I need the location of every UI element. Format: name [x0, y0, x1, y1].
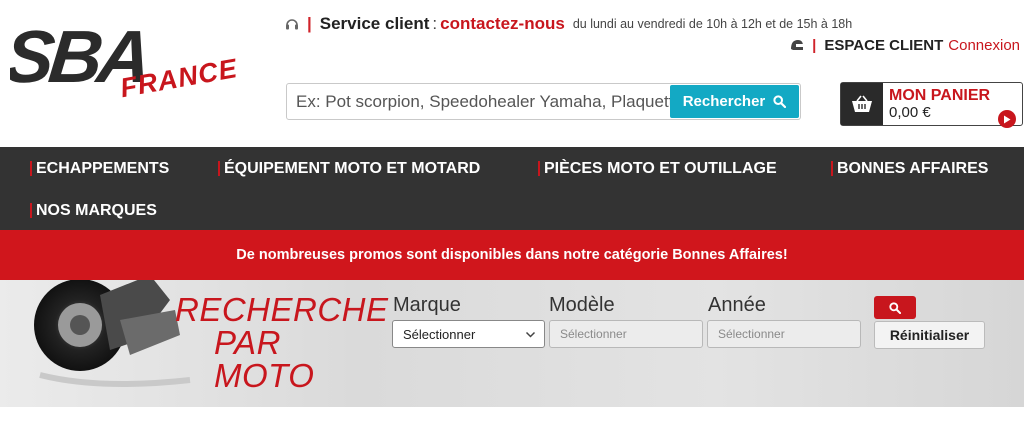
separator: |: [812, 37, 817, 54]
moto-search-title-3: MOTO: [214, 357, 315, 394]
motorcycle-illustration: [34, 280, 191, 387]
cart-button[interactable]: MON PANIER 0,00 €: [840, 82, 1023, 128]
chevron-down-icon: [525, 331, 536, 338]
main-navigation: ECHAPPEMENTS ÉQUIPEMENT MOTO ET MOTARD P…: [0, 147, 1024, 230]
nav-item-pieces[interactable]: PIÈCES MOTO ET OUTILLAGE: [538, 161, 777, 177]
customer-account-bar: | ESPACE CLIENT Connexion: [790, 37, 1020, 54]
search-icon: [889, 301, 901, 314]
search-button-label: Rechercher: [682, 93, 766, 110]
reset-button[interactable]: Réinitialiser: [874, 321, 985, 349]
moto-search-title-1: RECHERCHE: [175, 291, 389, 328]
customer-service-bar: | Service client : contactez-nous du lun…: [285, 14, 852, 34]
moto-search-title-2: PAR: [214, 324, 281, 361]
search-box: Rechercher: [286, 83, 801, 120]
opening-hours: du lundi au vendredi de 10h à 12h et de …: [572, 17, 853, 31]
service-client-label: Service client: [319, 14, 430, 33]
annee-select-value: Sélectionner: [718, 327, 785, 341]
nav-item-equipement[interactable]: ÉQUIPEMENT MOTO ET MOTARD: [218, 161, 480, 177]
nav-item-echappements[interactable]: ECHAPPEMENTS: [30, 161, 169, 177]
modele-select[interactable]: Sélectionner: [549, 320, 703, 348]
promo-banner[interactable]: De nombreuses promos sont disponibles da…: [0, 230, 1024, 280]
basket-icon: [841, 83, 883, 125]
marque-select-value: Sélectionner: [403, 326, 476, 342]
modele-label: Modèle: [549, 294, 615, 316]
colon: :: [432, 14, 438, 33]
sba-france-logo[interactable]: SBA FRANCE: [10, 10, 250, 100]
marque-label: Marque: [393, 294, 461, 316]
annee-label: Année: [708, 294, 766, 316]
marque-select[interactable]: Sélectionner: [392, 320, 545, 348]
contact-us-link[interactable]: contactez-nous: [440, 14, 565, 34]
search-input[interactable]: [287, 84, 675, 119]
helmet-icon: [791, 40, 804, 50]
nav-item-nos-marques[interactable]: NOS MARQUES: [30, 203, 157, 219]
promo-text: De nombreuses promos sont disponibles da…: [236, 247, 788, 263]
play-arrow-icon[interactable]: [998, 110, 1016, 128]
cart-title: MON PANIER: [889, 87, 991, 104]
reset-button-label: Réinitialiser: [889, 327, 970, 343]
headset-icon: [286, 19, 298, 30]
login-link[interactable]: Connexion: [948, 37, 1020, 54]
moto-search-panel: RECHERCHE PAR MOTO Marque Sélectionner M…: [0, 280, 1024, 407]
annee-select[interactable]: Sélectionner: [707, 320, 861, 348]
cart-amount: 0,00 €: [889, 104, 931, 121]
separator: |: [307, 14, 312, 33]
moto-search-button[interactable]: [874, 296, 916, 319]
modele-select-value: Sélectionner: [560, 327, 627, 341]
page: SBA FRANCE | Service client : contactez-…: [0, 0, 1024, 425]
customer-space-label: ESPACE CLIENT: [824, 37, 944, 54]
search-icon: [773, 95, 787, 108]
search-button[interactable]: Rechercher: [670, 85, 799, 118]
nav-item-bonnes-affaires[interactable]: BONNES AFFAIRES: [831, 161, 988, 177]
